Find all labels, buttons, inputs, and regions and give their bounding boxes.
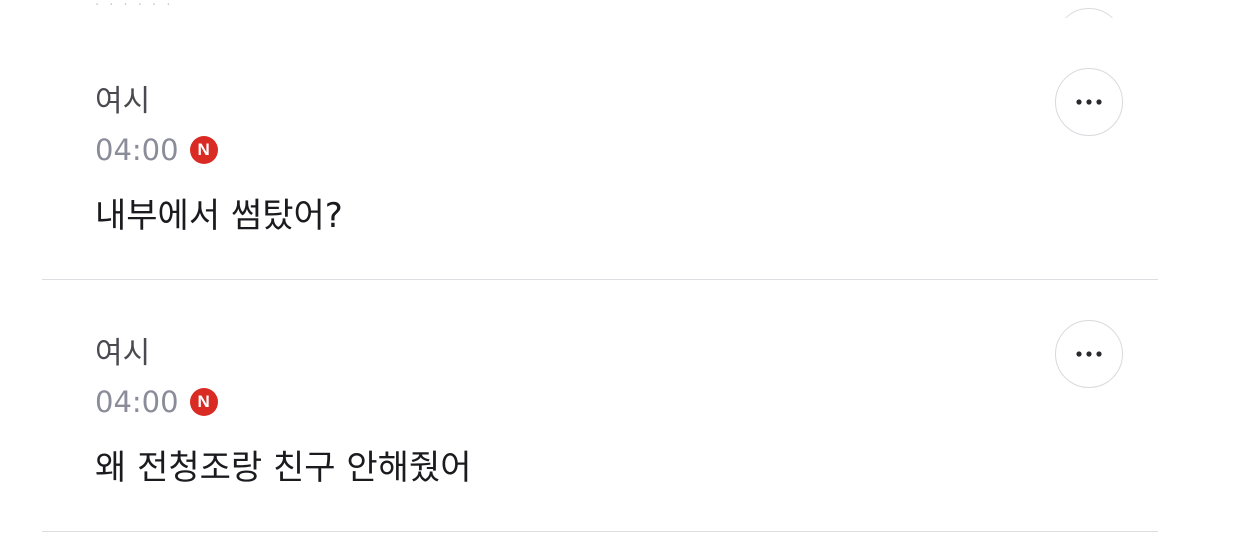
comment-meta: 04:00 N <box>95 384 218 420</box>
divider <box>42 279 1158 280</box>
more-options-button[interactable] <box>1055 320 1123 388</box>
more-options-button[interactable] <box>1055 68 1123 136</box>
divider <box>42 531 1158 532</box>
comment-text: 내부에서 썸탔어? <box>95 196 343 236</box>
new-badge-icon: N <box>189 388 218 416</box>
comment-author: 여시 <box>95 336 151 371</box>
comment-text: 왜 전청조랑 친구 안해줬어 <box>95 448 472 488</box>
comment-item: 여시 04:00 N 왜 전청조랑 친구 안해줬어 <box>0 292 1247 532</box>
comment-item: 여시 04:00 N 내부에서 썸탔어? <box>0 40 1247 280</box>
more-horizontal-icon <box>1076 351 1102 357</box>
more-horizontal-icon <box>1076 99 1102 105</box>
comment-meta: 04:00 N <box>95 132 218 168</box>
comment-time: 04:00 <box>95 385 179 419</box>
new-badge-icon: N <box>189 136 218 164</box>
comment-list-page: · · · · · · 여시 04:00 N 내부에서 썸탔어? 여시 04:0… <box>0 0 1247 549</box>
comment-time: 04:00 <box>95 133 179 167</box>
previous-comment-partial-text: · · · · · · <box>95 0 174 13</box>
comment-author: 여시 <box>95 84 151 119</box>
